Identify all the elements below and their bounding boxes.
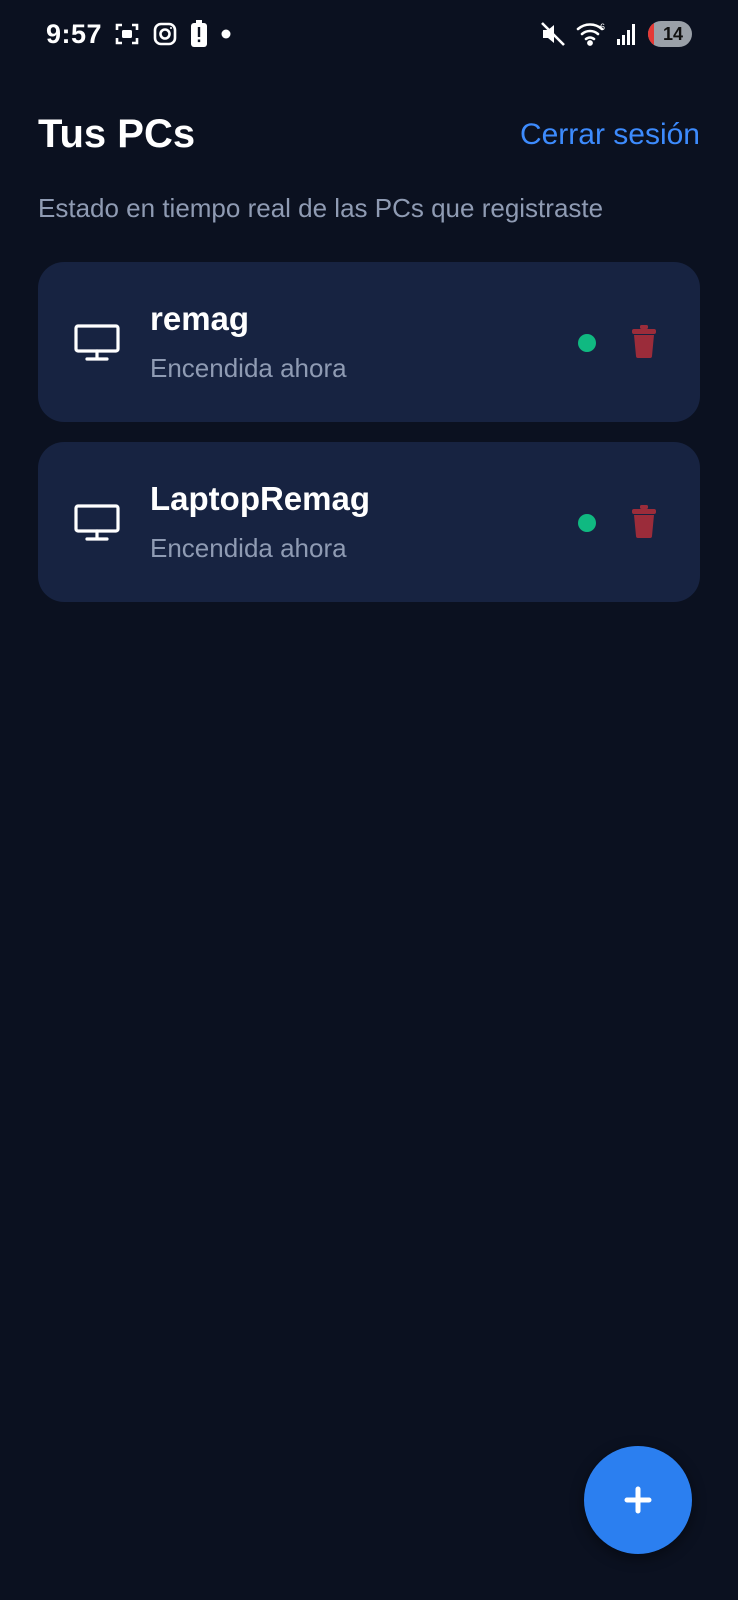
status-left: 9:57 — [46, 19, 232, 50]
instagram-icon — [152, 21, 178, 47]
pc-status-text: Encendida ahora — [150, 353, 347, 383]
online-status-dot — [578, 514, 596, 532]
pc-name: LaptopRemag — [150, 480, 371, 517]
status-bar: 9:57 6 14 — [0, 0, 738, 68]
battery-level-fill — [648, 21, 654, 47]
screenshot-icon — [114, 21, 140, 47]
monitor-icon — [74, 324, 120, 361]
battery-alert-icon — [190, 20, 208, 48]
delete-pc-button[interactable] — [632, 504, 656, 538]
pc-card[interactable]: remag Encendida ahora — [38, 262, 700, 422]
page-subtitle: Estado en tiempo real de las PCs que reg… — [38, 193, 604, 223]
online-status-dot — [578, 334, 596, 352]
page-title: Tus PCs — [38, 112, 196, 156]
mute-icon — [540, 21, 566, 47]
status-time: 9:57 — [46, 18, 103, 49]
pc-card[interactable]: LaptopRemag Encendida ahora — [38, 442, 700, 602]
plus-icon — [624, 1486, 652, 1514]
pc-info: LaptopRemag Encendida ahora — [150, 482, 370, 561]
logout-button[interactable]: Cerrar sesión — [520, 118, 700, 152]
wifi-icon: 6 — [576, 21, 606, 47]
battery-indicator: 14 — [648, 21, 692, 47]
battery-level-text: 14 — [662, 23, 684, 44]
monitor-icon — [74, 504, 120, 541]
screen: 9:57 6 14 Tus PCs Cerrar sesión Estado e… — [0, 0, 738, 1600]
delete-pc-button[interactable] — [632, 324, 656, 358]
notification-dot-icon — [220, 28, 232, 40]
pc-info: remag Encendida ahora — [150, 302, 347, 381]
svg-text:6: 6 — [600, 22, 605, 32]
pc-name: remag — [150, 300, 250, 337]
add-pc-button[interactable] — [584, 1446, 692, 1554]
pc-list: remag Encendida ahora LaptopRemag Encend… — [38, 262, 700, 622]
status-right: 6 14 — [540, 21, 692, 47]
pc-status-text: Encendida ahora — [150, 533, 347, 563]
signal-icon — [616, 22, 638, 46]
